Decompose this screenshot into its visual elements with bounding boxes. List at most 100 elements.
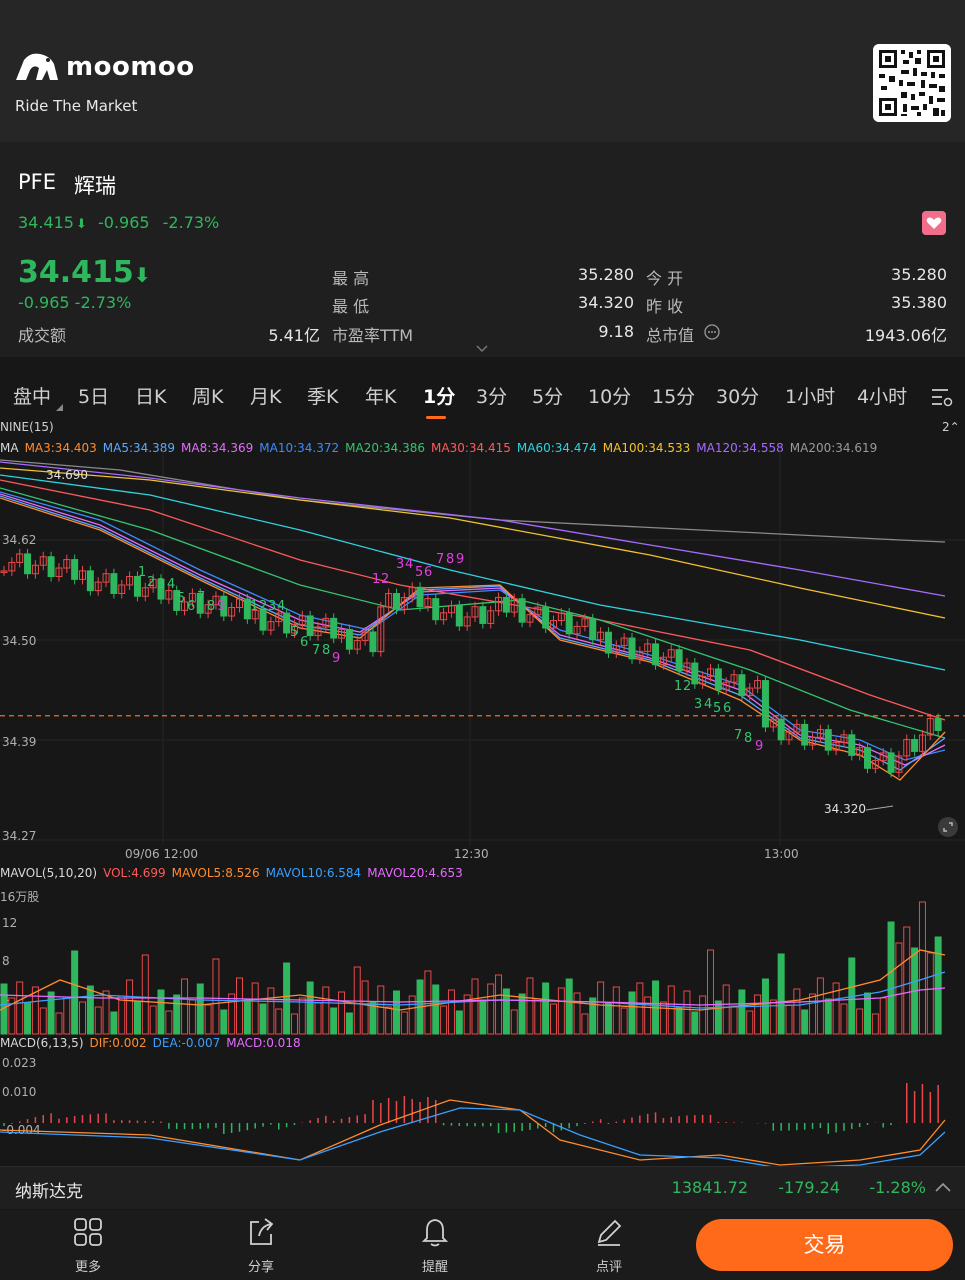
volume-bar xyxy=(722,984,730,1035)
chevron-up-icon[interactable] xyxy=(934,1181,952,1193)
high-price-label: 34.690 xyxy=(46,468,88,482)
td-count-label: 6 xyxy=(723,701,731,716)
y-tick-label: 34.62 xyxy=(2,533,36,547)
tab-5min[interactable]: 5分 xyxy=(532,382,563,409)
compact-change: -0.965 xyxy=(97,213,150,232)
volume-bar xyxy=(118,995,126,1035)
nav-share[interactable]: 分享 xyxy=(221,1216,301,1275)
nav-share-label: 分享 xyxy=(247,1260,274,1275)
volume-bar xyxy=(94,1006,102,1035)
heart-favorite-icon[interactable] xyxy=(922,211,946,235)
candle-body xyxy=(761,680,769,728)
volume-bar xyxy=(212,958,220,1035)
x-tick-label: 12:30 xyxy=(454,847,489,861)
volume-bar xyxy=(612,986,620,1035)
current-price: 34.415⬇ xyxy=(18,255,151,290)
volume-bar xyxy=(322,986,330,1035)
volume-bar xyxy=(236,977,243,1035)
td-count-label: 3 xyxy=(268,599,276,614)
volume-bar xyxy=(298,997,306,1035)
volume-bar xyxy=(63,996,71,1035)
fullscreen-icon[interactable] xyxy=(937,816,959,838)
volume-bar xyxy=(259,1003,267,1035)
td-count-label: 1 xyxy=(250,599,258,614)
company-name: 辉瑞 xyxy=(74,174,116,198)
tab-15min[interactable]: 15分 xyxy=(652,382,695,409)
volume-bar xyxy=(47,991,55,1035)
td-count-label: 5 xyxy=(415,565,423,580)
index-ticker-bar[interactable]: 纳斯达克 13841.72 -179.24 -1.28% xyxy=(0,1166,965,1209)
tab-10min[interactable]: 10分 xyxy=(588,382,631,409)
volume-bar xyxy=(526,977,534,1035)
period-tabs: 盘中 5日 日K 周K 月K 季K 年K 1分 3分 5分 10分 15分 30… xyxy=(0,374,965,418)
volume-bar xyxy=(314,1002,322,1035)
volume-bar xyxy=(275,1008,283,1035)
volume-bar xyxy=(604,1002,612,1035)
volume-bar xyxy=(141,954,149,1035)
macd-legend-item: DEA:-0.007 xyxy=(152,1036,221,1050)
candle-body xyxy=(714,668,722,691)
candlestick-chart[interactable]: 34.62 34.50 34.39 34.27 09/06 12:00 12:30 13:0… xyxy=(0,420,965,1170)
tab-month-k[interactable]: 月K xyxy=(250,382,281,409)
volume-bar xyxy=(471,978,479,1035)
candle-body xyxy=(824,729,832,751)
app-header: moomoo Ride The Market xyxy=(0,0,965,142)
volume-bar xyxy=(79,1001,86,1035)
volume-bar xyxy=(777,953,785,1035)
candle-body xyxy=(934,718,942,731)
qr-code-icon[interactable] xyxy=(873,44,951,122)
tab-week-k[interactable]: 周K xyxy=(192,382,223,409)
candle-body xyxy=(71,559,79,580)
candle-body xyxy=(86,570,94,592)
info-icon[interactable] xyxy=(704,324,720,340)
volume-bar xyxy=(86,985,94,1035)
mavol-legend-item: MAVOL10:6.584 xyxy=(265,866,362,880)
tab-year-k[interactable]: 年K xyxy=(365,382,396,409)
tab-30min[interactable]: 30分 xyxy=(716,382,759,409)
chart-area[interactable]: NINE(15) 2⌃ MA MA3:34.403 MA5:34.389 MA8:34… xyxy=(0,420,965,1170)
stat-low-value: 34.320 xyxy=(578,293,634,312)
volume-bar xyxy=(400,1011,408,1035)
mavol-legend-item: VOL:4.699 xyxy=(103,866,166,880)
candle-body xyxy=(518,598,526,623)
price-value: 34.415 xyxy=(18,255,134,290)
volume-bar xyxy=(306,981,314,1035)
ma100-line xyxy=(0,467,946,619)
candle-body xyxy=(911,739,919,752)
volume-bar xyxy=(644,996,652,1035)
volume-bar xyxy=(816,977,824,1035)
chart-settings-icon[interactable] xyxy=(930,386,954,408)
nav-comment[interactable]: 点评 xyxy=(569,1216,649,1275)
candle-body xyxy=(393,593,400,610)
candle-body xyxy=(345,628,353,650)
tab-1min[interactable]: 1分 xyxy=(423,382,455,409)
tab-4hour[interactable]: 4小时 xyxy=(857,382,907,409)
tab-1hour[interactable]: 1小时 xyxy=(785,382,835,409)
volume-bar xyxy=(746,1010,754,1035)
tab-day-k[interactable]: 日K xyxy=(135,382,166,409)
expand-chevron-icon[interactable] xyxy=(476,345,488,353)
mavol-legend: MAVOL(5,10,20) VOL:4.699 MAVOL5:8.526 MAVOL… xyxy=(0,866,469,880)
tab-intraday[interactable]: 盘中 xyxy=(13,382,51,409)
volume-bar xyxy=(918,901,926,1035)
tab-3min[interactable]: 3分 xyxy=(476,382,507,409)
candle-body xyxy=(604,631,612,654)
candle-body xyxy=(47,556,55,578)
stat-mktcap-label: 总市值 xyxy=(646,326,695,345)
nav-alert[interactable]: 提醒 xyxy=(395,1216,475,1275)
stat-prevclose-label: 昨 收 xyxy=(646,297,684,316)
volume-bar xyxy=(345,1012,353,1035)
trade-button[interactable]: 交易 xyxy=(696,1219,953,1271)
grid-more-icon xyxy=(74,1218,102,1246)
volume-bar xyxy=(71,950,79,1035)
macd-dea-line xyxy=(0,1107,946,1169)
ma10-line xyxy=(0,491,946,761)
mavol-legend-item: MAVOL(5,10,20) xyxy=(0,866,98,880)
nav-more[interactable]: 更多 xyxy=(48,1216,128,1275)
volume-bar xyxy=(440,1005,448,1035)
brand-name: moomoo xyxy=(66,52,195,82)
tab-5day[interactable]: 5日 xyxy=(78,382,109,409)
stat-high-value: 35.280 xyxy=(578,265,634,284)
tab-quarter-k[interactable]: 季K xyxy=(307,382,338,409)
td-count-label: 1 xyxy=(674,679,682,694)
